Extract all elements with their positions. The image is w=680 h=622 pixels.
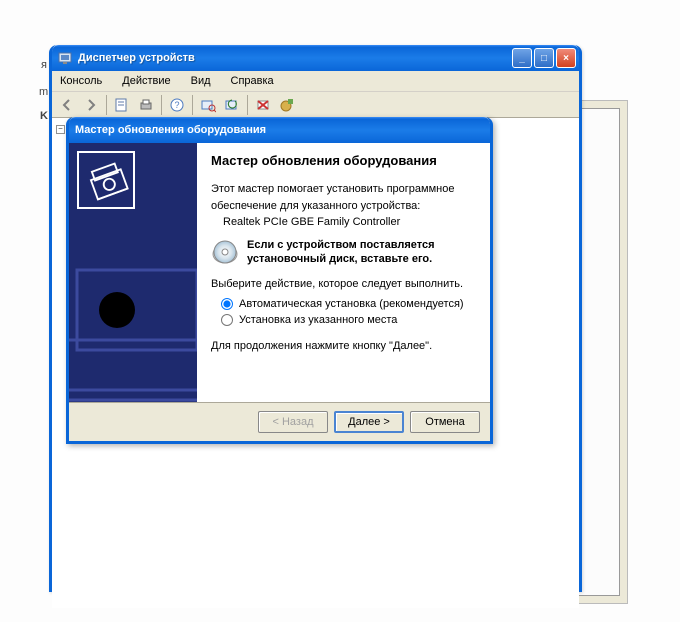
wizard-desc-line1: Этот мастер помогает установить программ… bbox=[211, 182, 474, 197]
wizard-cd-hint-line2: установочный диск, вставьте его. bbox=[247, 252, 435, 266]
radio-manual-install[interactable]: Установка из указанного места bbox=[221, 314, 474, 326]
device-manager-title: Диспетчер устройств bbox=[78, 52, 512, 64]
toolbar-forward-button[interactable] bbox=[80, 94, 102, 116]
tree-collapse-icon[interactable]: − bbox=[56, 125, 65, 134]
menu-view[interactable]: Вид bbox=[187, 73, 215, 89]
maximize-button[interactable]: □ bbox=[534, 48, 554, 68]
radio-manual-input[interactable] bbox=[221, 314, 233, 326]
toolbar-update-button[interactable] bbox=[276, 94, 298, 116]
close-button[interactable]: × bbox=[556, 48, 576, 68]
back-button: < Назад bbox=[258, 411, 328, 433]
radio-manual-label: Установка из указанного места bbox=[239, 314, 397, 326]
toolbar-uninstall-button[interactable] bbox=[252, 94, 274, 116]
radio-auto-label: Автоматическая установка (рекомендуется) bbox=[239, 298, 464, 310]
wizard-titlebar[interactable]: Мастер обновления оборудования bbox=[69, 117, 490, 143]
svg-text:?: ? bbox=[174, 100, 179, 110]
toolbar-separator bbox=[106, 95, 107, 115]
stray-text: m bbox=[39, 86, 48, 98]
toolbar-refresh-button[interactable] bbox=[221, 94, 243, 116]
menu-help[interactable]: Справка bbox=[227, 73, 278, 89]
hardware-update-wizard: Мастер обновления оборудования bbox=[66, 117, 493, 444]
toolbar-separator bbox=[161, 95, 162, 115]
toolbar-separator bbox=[192, 95, 193, 115]
device-manager-titlebar[interactable]: Диспетчер устройств _ □ × bbox=[52, 45, 579, 71]
toolbar-properties-button[interactable] bbox=[111, 94, 133, 116]
toolbar-separator bbox=[247, 95, 248, 115]
wizard-title: Мастер обновления оборудования bbox=[75, 124, 266, 136]
wizard-sidebar bbox=[69, 143, 197, 402]
cancel-button[interactable]: Отмена bbox=[410, 411, 480, 433]
wizard-device-name: Realtek PCIe GBE Family Controller bbox=[211, 216, 474, 228]
wizard-cd-hint-line1: Если с устройством поставляется bbox=[247, 238, 435, 252]
wizard-desc-line2: обеспечение для указанного устройства: bbox=[211, 199, 474, 214]
wizard-continue-hint: Для продолжения нажмите кнопку "Далее". bbox=[211, 340, 474, 352]
minimize-button[interactable]: _ bbox=[512, 48, 532, 68]
wizard-content: Мастер обновления оборудования Этот маст… bbox=[197, 143, 490, 402]
wizard-heading: Мастер обновления оборудования bbox=[211, 153, 474, 170]
menu-console[interactable]: Консоль bbox=[56, 73, 106, 89]
toolbar-print-button[interactable] bbox=[135, 94, 157, 116]
toolbar-scan-button[interactable] bbox=[197, 94, 219, 116]
next-button[interactable]: Далее > bbox=[334, 411, 404, 433]
wizard-hardware-icon bbox=[77, 151, 135, 209]
toolbar-back-button[interactable] bbox=[56, 94, 78, 116]
cd-icon bbox=[211, 238, 239, 266]
stray-text: я bbox=[41, 59, 47, 71]
toolbar-help-button[interactable]: ? bbox=[166, 94, 188, 116]
device-manager-icon bbox=[58, 50, 74, 66]
radio-auto-install[interactable]: Автоматическая установка (рекомендуется) bbox=[221, 298, 474, 310]
wizard-footer: < Назад Далее > Отмена bbox=[69, 403, 490, 441]
menubar: Консоль Действие Вид Справка bbox=[52, 71, 579, 92]
wizard-select-label: Выберите действие, которое следует выпол… bbox=[211, 278, 474, 290]
menu-action[interactable]: Действие bbox=[118, 73, 174, 89]
toolbar: ? bbox=[52, 92, 579, 118]
stray-text: K bbox=[40, 110, 48, 122]
radio-auto-input[interactable] bbox=[221, 298, 233, 310]
